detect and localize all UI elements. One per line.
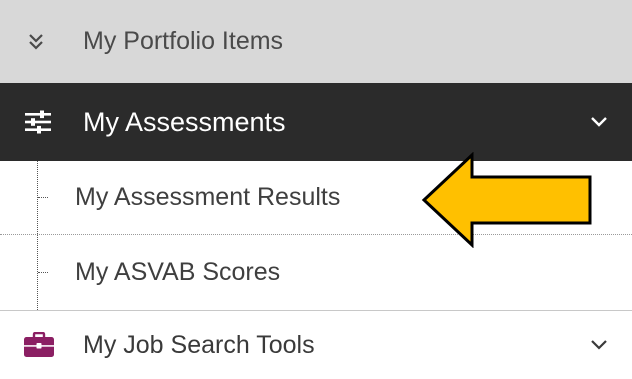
tree-connector-tick: [38, 272, 48, 273]
callout-arrow: [420, 151, 595, 253]
chevron-down-icon[interactable]: [590, 116, 608, 128]
nav-item-assessments-label: My Assessments: [83, 106, 286, 137]
sliders-icon: [22, 83, 54, 161]
subnav-item-assessment-results-label: My Assessment Results: [75, 183, 341, 211]
nav-item-assessments[interactable]: My Assessments: [0, 83, 632, 161]
nav-item-job-search-tools[interactable]: My Job Search Tools: [0, 310, 632, 379]
briefcase-icon: [22, 311, 56, 379]
chevron-down-icon[interactable]: [590, 339, 608, 351]
nav-item-portfolio-label: My Portfolio Items: [83, 27, 284, 55]
nav-item-portfolio[interactable]: My Portfolio Items: [0, 0, 632, 83]
tree-connector-tick: [38, 197, 48, 198]
subnav-item-asvab-scores-label: My ASVAB Scores: [75, 257, 281, 286]
nav-item-job-search-tools-label: My Job Search Tools: [83, 330, 315, 359]
sidebar-nav: My Portfolio Items My Assessments My Ass…: [0, 0, 632, 379]
double-chevron-down-icon: [24, 0, 48, 83]
